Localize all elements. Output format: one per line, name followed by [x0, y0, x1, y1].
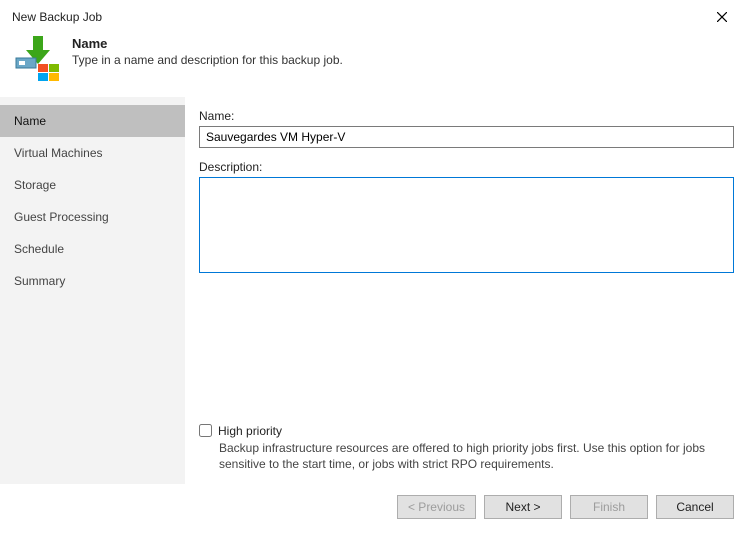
- cancel-button[interactable]: Cancel: [656, 495, 734, 519]
- high-priority-checkbox-row[interactable]: High priority: [199, 424, 734, 438]
- high-priority-block: High priority Backup infrastructure reso…: [199, 424, 734, 476]
- name-field-label: Name:: [199, 109, 734, 123]
- page-subtitle: Type in a name and description for this …: [72, 53, 343, 67]
- close-button[interactable]: [702, 4, 742, 30]
- finish-button[interactable]: Finish: [570, 495, 648, 519]
- previous-button[interactable]: < Previous: [397, 495, 476, 519]
- high-priority-checkbox[interactable]: [199, 424, 212, 437]
- wizard-steps-sidebar: Name Virtual Machines Storage Guest Proc…: [0, 97, 185, 484]
- high-priority-hint: Backup infrastructure resources are offe…: [219, 440, 734, 472]
- close-icon: [717, 12, 727, 22]
- description-textarea[interactable]: [199, 177, 734, 273]
- page-title: Name: [72, 36, 343, 51]
- wizard-header-text: Name Type in a name and description for …: [72, 34, 343, 67]
- next-button[interactable]: Next >: [484, 495, 562, 519]
- titlebar: New Backup Job: [0, 0, 752, 28]
- sidebar-item-virtual-machines[interactable]: Virtual Machines: [0, 137, 185, 169]
- sidebar-item-guest-processing[interactable]: Guest Processing: [0, 201, 185, 233]
- sidebar-item-name[interactable]: Name: [0, 105, 185, 137]
- high-priority-label: High priority: [218, 424, 282, 438]
- name-input[interactable]: [199, 126, 734, 148]
- sidebar-item-storage[interactable]: Storage: [0, 169, 185, 201]
- wizard-content: Name: Description: High priority Backup …: [185, 97, 752, 484]
- backup-job-icon: [14, 34, 62, 82]
- description-field-label: Description:: [199, 160, 734, 174]
- wizard-header: Name Type in a name and description for …: [0, 28, 752, 96]
- wizard-footer: < Previous Next > Finish Cancel: [0, 484, 752, 531]
- sidebar-item-schedule[interactable]: Schedule: [0, 233, 185, 265]
- sidebar-item-summary[interactable]: Summary: [0, 265, 185, 297]
- window-title: New Backup Job: [12, 10, 102, 24]
